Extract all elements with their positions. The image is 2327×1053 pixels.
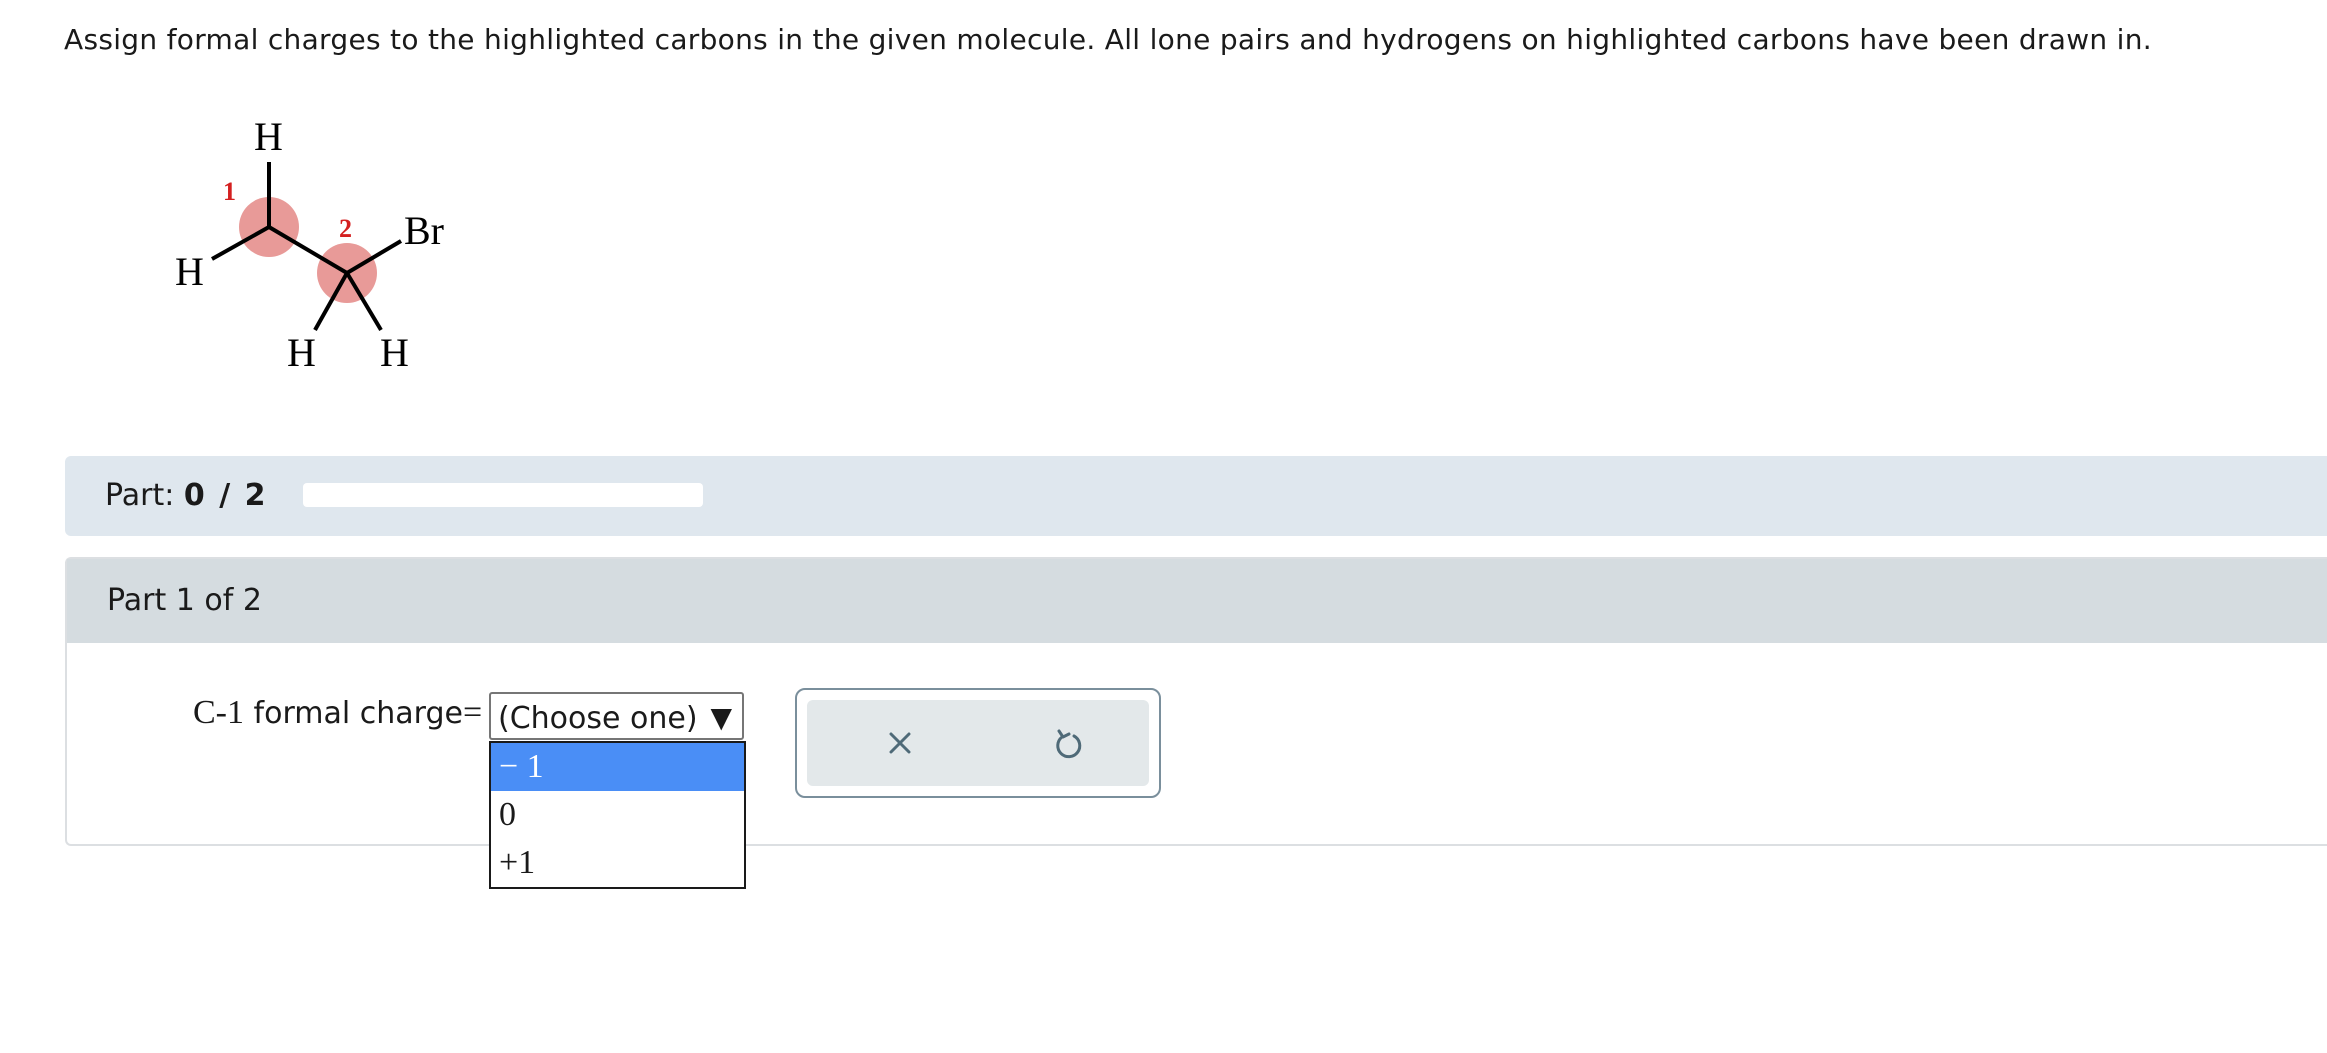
part-label: Part: <box>105 478 175 513</box>
chevron-down-icon: ▼ <box>710 701 732 734</box>
carbon-2-number: 2 <box>339 214 352 243</box>
molecule-diagram: H H Br H H 1 2 <box>175 114 444 375</box>
select-value: (Choose one) <box>498 701 698 736</box>
part-progress-label: Part: 0 / 2 <box>105 477 267 515</box>
atom-h-left: H <box>175 249 204 294</box>
answer-tools-bar <box>807 700 1149 786</box>
formula-equals: = <box>462 694 483 731</box>
atom-br: Br <box>404 208 444 253</box>
option-zero[interactable]: 0 <box>491 791 744 839</box>
part-score: 0 / 2 <box>183 478 268 513</box>
carbon-1-number: 1 <box>223 177 236 206</box>
option-minus-one[interactable]: − 1 <box>491 743 744 791</box>
formal-charge-select[interactable]: (Choose one) ▼ <box>489 692 744 740</box>
question-text: Assign formal charges to the highlighted… <box>64 23 2152 56</box>
atom-h-bottom-right: H <box>380 330 409 375</box>
option-plus-one[interactable]: +1 <box>491 839 744 887</box>
close-icon[interactable] <box>877 720 923 766</box>
progress-track <box>303 483 703 507</box>
part-header: Part 1 of 2 <box>67 559 2327 643</box>
formula-text: formal charge <box>253 696 463 731</box>
part-title: Part 1 of 2 <box>107 583 262 618</box>
part-progress-bar: Part: 0 / 2 <box>65 456 2327 536</box>
answer-tools <box>795 688 1161 798</box>
undo-icon[interactable] <box>1045 720 1091 766</box>
formal-charge-dropdown: − 1 0 +1 <box>489 741 746 889</box>
atom-h-bottom-left: H <box>287 330 316 375</box>
atom-h-top: H <box>254 114 283 159</box>
formula-atom: C-1 <box>193 694 244 731</box>
formula-label: C-1 formal charge= <box>193 693 482 734</box>
